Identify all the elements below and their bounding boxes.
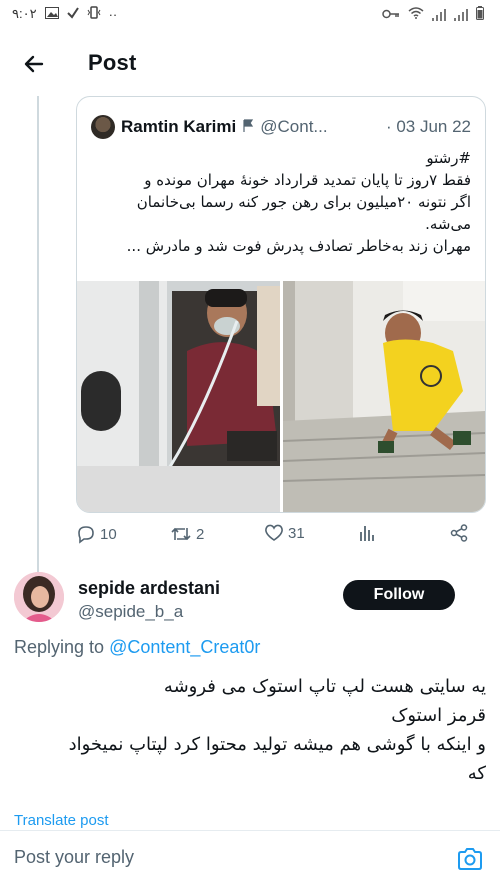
translate-post-link[interactable]: Translate post — [14, 812, 109, 829]
views-action[interactable] — [358, 524, 376, 542]
media-photo-2[interactable] — [283, 281, 485, 512]
avatar[interactable] — [14, 572, 64, 622]
reply-input[interactable]: Post your reply — [14, 847, 414, 873]
reply-composer: Post your reply — [0, 830, 500, 889]
mention-link[interactable]: @Content_Creat0r — [109, 637, 260, 657]
signal-icon — [432, 8, 446, 21]
reply-author-name[interactable]: sepide ardestani — [78, 578, 220, 599]
wifi-icon — [408, 7, 424, 22]
quoted-text-line: اگر نتونه ۲۰میلیون برای رهن جور کنه رسما… — [136, 193, 471, 211]
top-app-bar: Post — [0, 36, 500, 92]
repost-icon — [171, 527, 191, 541]
like-count: 31 — [288, 524, 305, 542]
like-action[interactable]: 31 — [264, 524, 305, 542]
reply-text-line: و اینکه با گوشی هم میشه تولید محتوا کرد … — [68, 734, 486, 755]
replying-to: Replying to @Content_Creat0r — [14, 637, 260, 658]
reply-text: یه سایتی هست لپ تاپ استوک می فروشه قرمز … — [14, 672, 486, 788]
reply-author-handle[interactable]: @sepide_b_a — [78, 602, 183, 622]
post-actions: 10 2 31 — [76, 524, 488, 550]
back-button[interactable] — [18, 48, 50, 80]
quoted-post-card[interactable]: Ramtin Karimi @Cont... · 03 Jun 22 #رشتو… — [76, 96, 486, 513]
share-icon — [450, 524, 468, 542]
replying-to-label: Replying to — [14, 637, 105, 657]
quoted-post-text: #رشتو فقط ۷روز تا پایان تمدید قرارداد خو… — [91, 147, 471, 257]
arrow-left-icon — [24, 55, 44, 73]
media-grid — [77, 281, 485, 512]
reply-count: 10 — [100, 525, 117, 543]
quoted-author-name[interactable]: Ramtin Karimi — [121, 117, 236, 137]
reply-text-line: قرمز استوک — [391, 705, 486, 726]
quoted-text-line: فقط ۷روز تا پایان تمدید قرارداد خونهٔ مه… — [144, 171, 471, 189]
repost-count: 2 — [196, 525, 205, 543]
hashtag-link[interactable]: #رشتو — [91, 147, 471, 169]
page-title: Post — [88, 50, 137, 75]
quoted-author-handle[interactable]: @Cont... — [260, 117, 327, 137]
status-bar: ۹:۰۲ ·· — [0, 0, 500, 30]
thread-line — [37, 96, 39, 576]
key-icon — [382, 7, 400, 22]
reply-action[interactable]: 10 — [76, 524, 117, 544]
more-notifications: ·· — [108, 6, 118, 22]
reply-text-line: یه سایتی هست لپ تاپ استوک می فروشه — [163, 676, 486, 697]
vibrate-icon — [87, 6, 101, 22]
image-notification-icon — [44, 6, 59, 22]
media-photo-1[interactable] — [77, 281, 280, 512]
reply-text-line: که — [467, 763, 486, 784]
share-action[interactable] — [450, 524, 468, 542]
camera-button[interactable] — [456, 847, 484, 871]
camera-icon — [458, 848, 482, 870]
flag-icon — [242, 118, 254, 136]
quoted-text-line: مهران زند به‌خاطر تصادف پدرش فوت شد و ما… — [126, 237, 471, 255]
quoted-post-date: · 03 Jun 22 — [385, 117, 471, 136]
clock: ۹:۰۲ — [12, 6, 37, 21]
quoted-post-header: Ramtin Karimi @Cont... · 03 Jun 22 — [91, 115, 471, 139]
quoted-author-avatar[interactable] — [91, 115, 115, 139]
repost-action[interactable]: 2 — [170, 524, 204, 544]
reply-icon — [78, 526, 94, 544]
battery-icon — [476, 6, 484, 23]
quoted-text-line: می‌شه. — [425, 215, 471, 233]
follow-button[interactable]: Follow — [343, 580, 455, 610]
check-notification-icon — [66, 6, 79, 22]
signal-icon-2 — [454, 8, 468, 21]
heart-icon — [265, 524, 283, 541]
analytics-icon — [360, 526, 374, 541]
